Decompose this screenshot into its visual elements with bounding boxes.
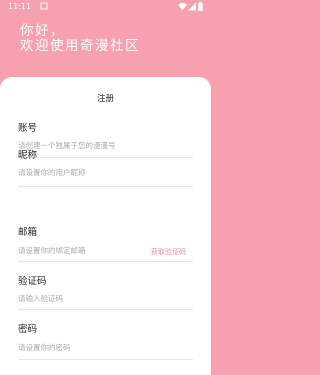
page-title: 注册 <box>96 94 114 104</box>
account-input[interactable] <box>18 140 178 152</box>
password-input[interactable] <box>18 342 178 354</box>
signal-icon <box>188 2 196 11</box>
email-divider <box>18 261 193 262</box>
status-bar: 11:11 <box>0 0 211 14</box>
nickname-divider <box>18 186 193 187</box>
greeting-line-2: 欢迎使用奇漫社区 <box>20 38 140 54</box>
password-label: 密码 <box>18 324 38 335</box>
greeting-line-1: 你好， <box>20 23 65 39</box>
notification-square-icon <box>40 2 48 10</box>
password-divider <box>18 359 193 360</box>
code-divider <box>18 309 193 310</box>
code-input[interactable] <box>18 293 178 305</box>
account-divider <box>18 157 193 158</box>
status-time: 11:11 <box>8 2 32 11</box>
code-label: 验证码 <box>18 276 47 287</box>
battery-icon <box>198 2 203 11</box>
get-code-button[interactable]: 获取验证码 <box>151 246 186 258</box>
wifi-icon <box>178 2 187 11</box>
email-label: 邮箱 <box>18 227 38 238</box>
nickname-label: 昵称 <box>18 150 38 161</box>
account-label: 账号 <box>18 123 38 134</box>
email-input[interactable] <box>18 245 146 257</box>
nickname-input[interactable] <box>18 167 178 179</box>
